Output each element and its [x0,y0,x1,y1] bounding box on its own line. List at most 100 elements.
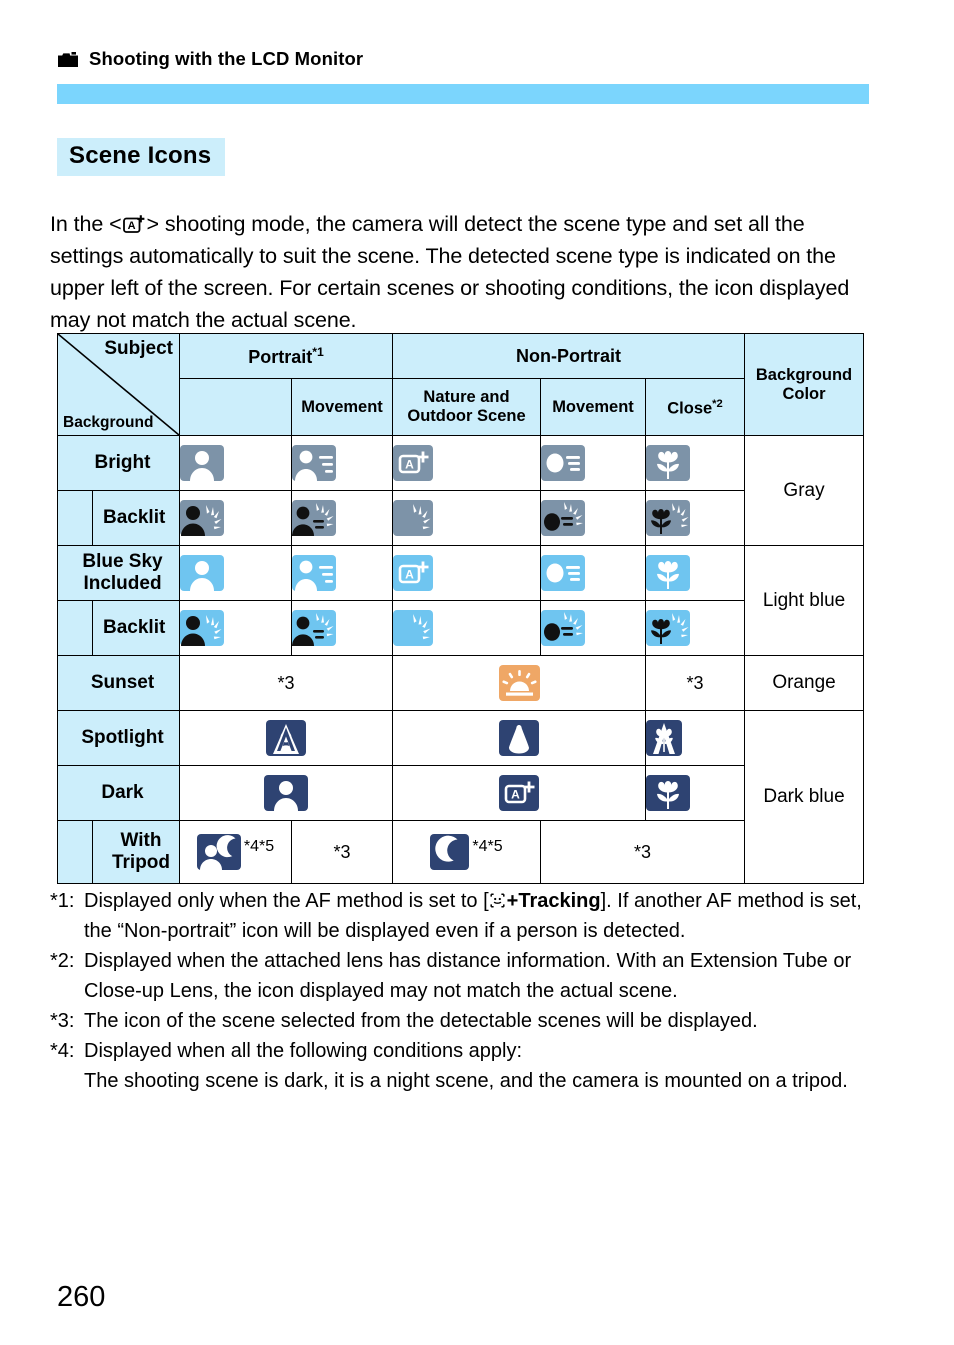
rowhead-bluesky-backlit: Backlit [57,600,180,656]
footnote-4-continuation: The shooting scene is dark, it is a nigh… [84,1070,848,1092]
footnote-4-text: Displayed when all the following conditi… [84,1040,523,1062]
footnote-2-text: Displayed when the attached lens has dis… [84,950,852,1002]
footnote-4-body: Displayed when all the following conditi… [84,1036,880,1096]
rowhead-bright-label: Bright [94,452,151,473]
cell-bluesky-movement [540,545,646,601]
rowhead-with-tripod-label: With Tripod [92,821,179,883]
cell-bluesky-backlit-portrait-movement [291,600,393,656]
portrait-backlit-icon [180,500,291,536]
footnote-3: *3: The icon of the scene selected from … [50,1006,880,1036]
cell-sunset-nature [392,655,646,711]
cell-sunset-close-note: *3 [644,655,746,711]
cell-spotlight-close [644,710,746,766]
cell-dark-portrait [179,765,393,821]
portrait-dark-icon [180,775,392,811]
movement-icon [541,445,645,481]
cell-spotlight-nature [392,710,646,766]
intro-text-before: In the < [50,211,122,236]
cell-bright-portrait-movement [291,435,393,491]
page-number: 260 [57,1281,106,1313]
table-row: Dark A [57,765,864,821]
cell-bluesky-backlit-nature [392,600,541,656]
tripod-portrait-note: *4*5 [243,838,275,855]
cell-bright-nature: A [392,435,541,491]
cell-dark-close [644,765,746,821]
footnote-2: *2: Displayed when the attached lens has… [50,946,880,1006]
rowhead-blue-sky: Blue Sky Included [57,545,180,601]
auto-plus-icon: A [393,555,540,591]
cell-sunset-portrait-note: *3 [179,655,393,711]
scene-intelligent-auto-icon: A [122,214,147,234]
cell-bright-backlit-close [644,490,746,546]
cell-bright-movement [540,435,646,491]
portrait-movement-icon [292,555,392,591]
rowhead-bluesky-backlit-label: Backlit [92,601,179,655]
scene-icons-table: Subject Background Portrait*1 Non-Portra… [57,333,865,884]
header-background-color-label: Background Color [755,365,853,403]
running-head-text: Shooting with the LCD Monitor [89,48,364,69]
close-up-dark-icon [646,775,744,811]
cell-bright-close [644,435,746,491]
bgcolor-gray: Gray [744,435,865,546]
cell-bluesky-backlit-movement [540,600,646,656]
table-row: Sunset *3 *3 Orange [57,655,865,711]
header-close-label: Close [667,399,713,418]
rowhead-spotlight: Spotlight [57,710,180,766]
page-title: Scene Icons [57,138,226,176]
cell-bluesky-backlit-close [644,600,746,656]
portrait-icon [180,445,291,481]
table-header-row-1: Subject Background Portrait*1 Non-Portra… [57,333,865,436]
portrait-backlit-icon [180,610,291,646]
footnote-1-body: Displayed only when the AF method is set… [84,886,880,946]
table-row: Backlit [57,600,864,656]
footnote-1-bold: +Tracking [506,890,601,912]
rowhead-bright: Bright [57,435,180,491]
movement-backlit-icon [541,610,645,646]
portrait-icon [180,555,291,591]
header-non-portrait: Non-Portrait [391,333,746,379]
spotlight-icon [393,720,645,756]
footnote-3-marker: *3: [50,1010,75,1032]
header-rule [57,84,869,104]
table-row: Spotlight Dark blue [57,710,865,884]
rowhead-dark-label: Dark [101,782,144,803]
header-movement-nonportrait: Movement [540,378,646,436]
cell-bright-portrait [179,435,292,491]
footnote-3-text: The icon of the scene selected from the … [84,1010,758,1032]
portrait-movement-backlit-icon [292,610,392,646]
table-row: Bright A Gray [57,435,865,546]
bgcolor-dark-blue: Dark blue [744,710,865,884]
header-spacer [179,378,292,436]
cell-bluesky-close [644,545,746,601]
backlit-icon [393,610,540,646]
auto-plus-dark-icon: A [393,775,645,811]
rowhead-spotlight-label: Spotlight [81,727,164,748]
cell-bright-backlit-nature [392,490,541,546]
sunset-icon [393,665,645,701]
header-non-portrait-label: Non-Portrait [516,345,621,366]
close-up-backlit-icon [646,500,744,536]
camera-icon [57,51,79,68]
cell-spotlight-portrait [179,710,393,766]
movement-backlit-icon [541,500,645,536]
cell-bluesky-nature: A [392,545,541,601]
cell-tripod-nature: *4*5 [392,820,541,884]
table-row: Backlit [57,490,864,546]
header-close-note: *2 [712,398,723,411]
footnotes: *1: Displayed only when the AF method is… [50,886,880,1096]
header-portrait: Portrait*1 [179,333,393,379]
night-scene-icon [430,834,470,870]
cell-bluesky-portrait-movement [291,545,393,601]
footnote-1: *1: Displayed only when the AF method is… [50,886,880,946]
footnote-4-marker: *4: [50,1040,75,1062]
corner-subject-label: Subject [104,338,173,359]
corner-background-label: Background [63,414,154,431]
close-up-icon [646,555,744,591]
movement-icon [541,555,645,591]
rowhead-bright-backlit-label: Backlit [92,491,179,545]
header-nature-outdoor: Nature and Outdoor Scene [392,378,541,436]
rowhead-sunset: Sunset [57,655,180,711]
portrait-movement-backlit-icon [292,500,392,536]
header-close: Close*2 [644,378,746,436]
portrait-movement-icon [292,445,392,481]
